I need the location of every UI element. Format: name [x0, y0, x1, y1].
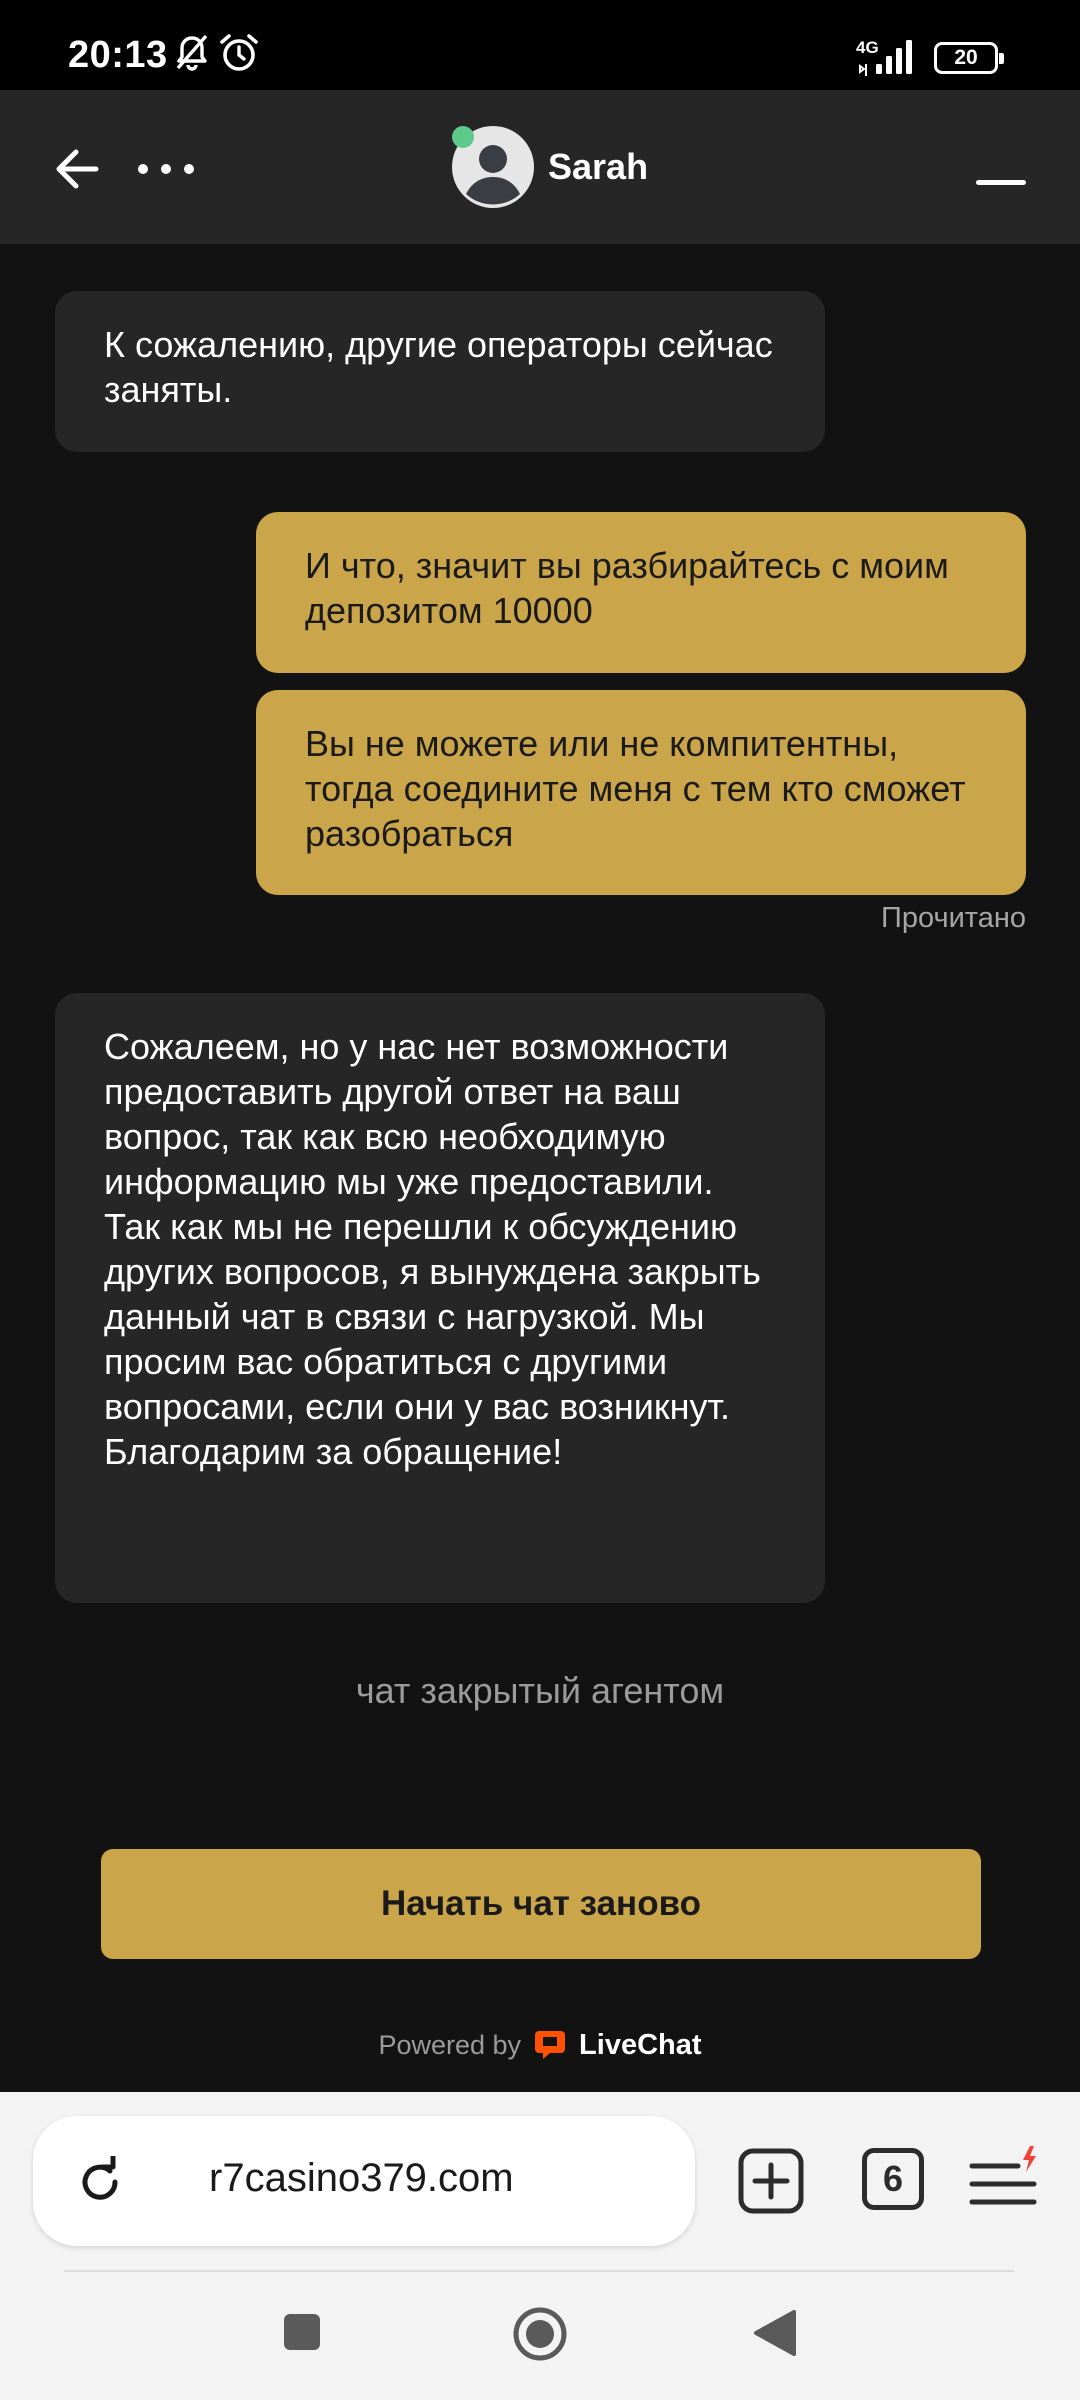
agent-message: К сожалению, другие операторы сейчас зан… [55, 291, 825, 452]
url-text: r7casino379.com [209, 2156, 514, 2200]
tabs-icon[interactable]: 6 [862, 2148, 924, 2210]
minimize-icon[interactable] [976, 174, 1026, 204]
agent-message: Сожалеем, но у нас нет возможности предо… [55, 993, 825, 1603]
alarm-icon [220, 34, 258, 71]
signal-icon [859, 40, 912, 76]
home-icon[interactable] [512, 2306, 568, 2362]
agent-name: Sarah [548, 146, 649, 187]
read-status: Прочитано [881, 902, 1026, 934]
reload-icon[interactable] [75, 2156, 125, 2206]
restart-chat-button[interactable]: Начать чат заново [101, 1849, 981, 1959]
screen: 20:13 4G 20 Sarah К сожалению, другие оп… [0, 0, 1080, 2400]
user-message: И что, значит вы разбирайтесь с моим деп… [256, 512, 1026, 673]
powered-by-livechat[interactable]: Powered by LiveChat [0, 2028, 1080, 2062]
back-arrow-icon[interactable] [50, 142, 104, 196]
recent-apps-icon[interactable] [282, 2312, 322, 2352]
new-tab-icon[interactable] [738, 2148, 804, 2214]
livechat-brand: LiveChat [579, 2028, 702, 2061]
online-status-dot [452, 126, 474, 148]
status-time: 20:13 [68, 34, 168, 76]
bell-off-icon [176, 34, 208, 71]
chat-header: Sarah [0, 90, 1080, 244]
toolbar-divider [64, 2270, 1014, 2272]
address-bar[interactable]: r7casino379.com [33, 2116, 695, 2246]
nav-back-icon[interactable] [752, 2308, 798, 2358]
menu-icon[interactable] [966, 2144, 1042, 2216]
chat-closed-note: чат закрытый агентом [355, 1670, 725, 1711]
more-dots-icon[interactable] [134, 142, 198, 196]
battery-icon: 20 [934, 42, 1004, 74]
user-message: Вы не можете или не компитентны, тогда с… [256, 690, 1026, 895]
powered-by-label: Powered by [378, 2029, 522, 2060]
battery-level: 20 [954, 46, 978, 69]
livechat-logo-icon [535, 2031, 566, 2059]
status-bar: 20:13 4G 20 [0, 0, 1080, 90]
